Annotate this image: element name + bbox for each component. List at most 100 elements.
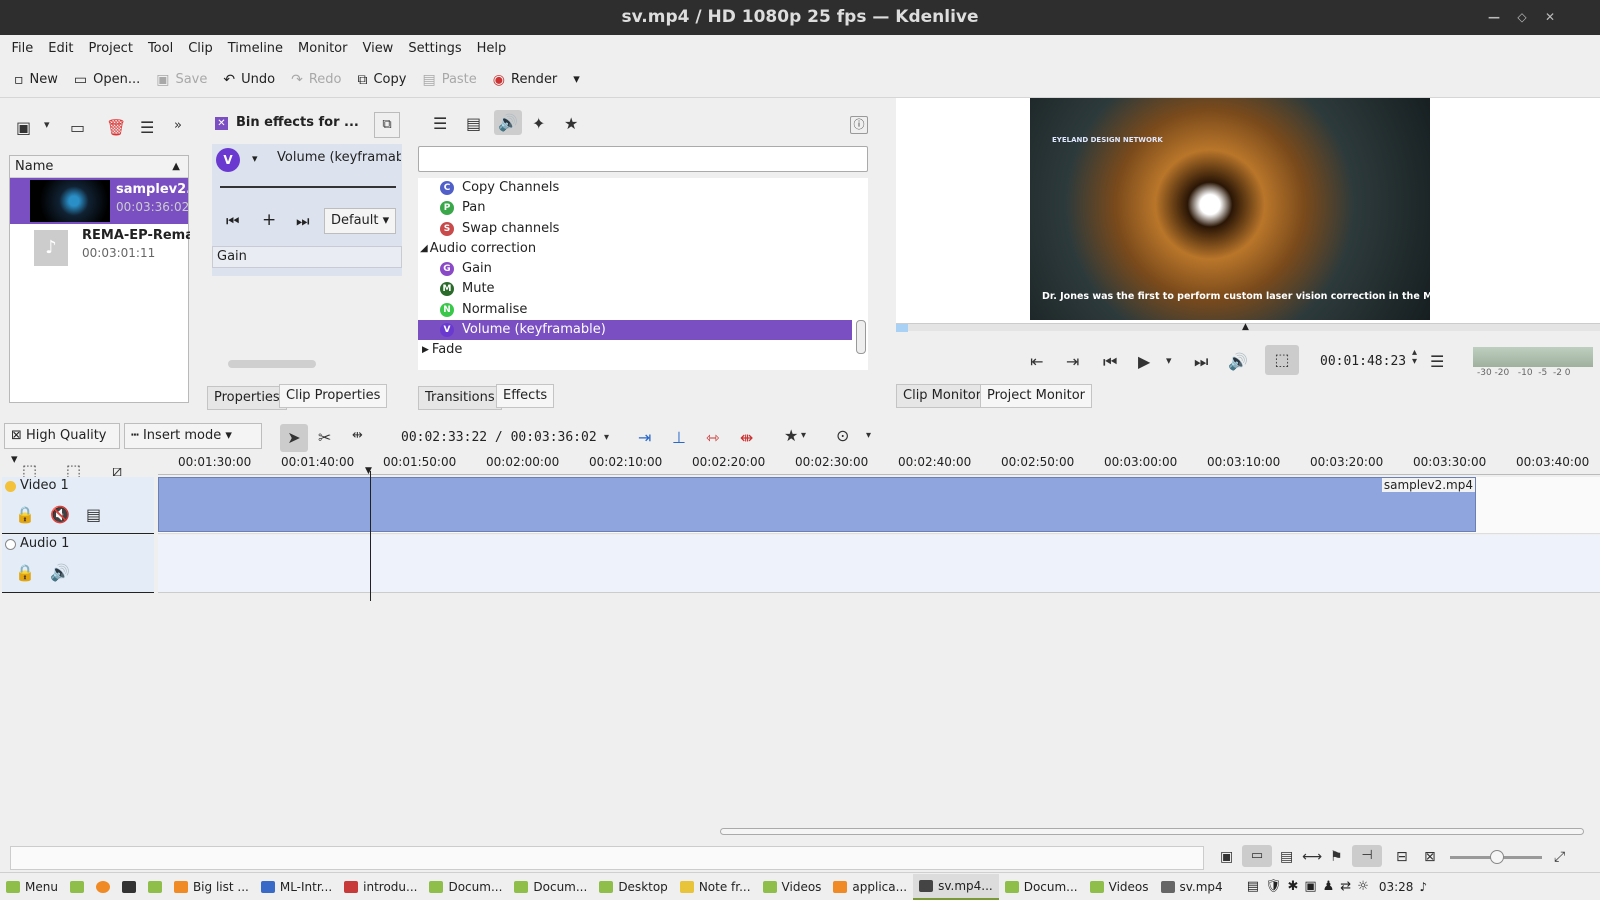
- record-icon[interactable]: ⊙: [836, 426, 849, 445]
- overflow-icon[interactable]: »: [174, 118, 182, 133]
- taskbar-item[interactable]: Videos: [1084, 874, 1155, 900]
- tab-transitions[interactable]: Transitions: [418, 386, 502, 410]
- video-thumbs-icon[interactable]: ▤: [1280, 849, 1293, 865]
- taskbar-item[interactable]: Docum...: [423, 874, 508, 900]
- effect-item-mute[interactable]: M Mute: [440, 279, 495, 299]
- chevron-down-icon[interactable]: ▾: [44, 118, 50, 131]
- bin-clip-video[interactable]: samplev2.mp4 00:03:36:02: [10, 178, 189, 224]
- taskbar-files[interactable]: [142, 874, 168, 900]
- menu-tool[interactable]: Tool: [140, 41, 180, 56]
- menu-clip[interactable]: Clip: [181, 41, 221, 56]
- tab-properties[interactable]: Properties: [207, 386, 287, 410]
- category-fade[interactable]: ▶ Fade: [422, 340, 462, 360]
- razor-tool-icon[interactable]: ✂: [318, 428, 331, 447]
- taskbar-menu-button[interactable]: Menu: [0, 874, 64, 900]
- horizontal-scrollbar[interactable]: [228, 360, 316, 368]
- taskbar-item[interactable]: Videos: [757, 874, 828, 900]
- copy-button[interactable]: ⧉ Copy: [349, 66, 414, 94]
- taskbar-item[interactable]: Big list ...: [168, 874, 255, 900]
- effect-item-gain[interactable]: G Gain: [440, 259, 492, 279]
- effect-item-normalise[interactable]: N Normalise: [440, 300, 527, 320]
- zoom-slider[interactable]: [1450, 850, 1542, 864]
- track-active-icon[interactable]: [5, 539, 16, 550]
- timeline-position[interactable]: 00:02:33:22 / 00:03:36:02: [401, 430, 597, 445]
- timeline-scrollbar[interactable]: [158, 826, 1600, 836]
- timecode-spin-icon[interactable]: ▴ ▾: [1412, 348, 1417, 367]
- monitor-menu-icon[interactable]: ☰: [1430, 352, 1444, 371]
- info-icon[interactable]: ⓘ: [850, 116, 868, 134]
- bin-menu-icon[interactable]: ☰: [140, 118, 154, 137]
- next-keyframe-icon[interactable]: ⏭: [296, 212, 310, 230]
- menu-file[interactable]: File: [4, 41, 41, 56]
- save-button[interactable]: ▣ Save: [148, 66, 215, 94]
- preview-render-icon[interactable]: ▣: [1220, 849, 1233, 865]
- taskbar-terminal[interactable]: [116, 874, 142, 900]
- tab-project-monitor[interactable]: Project Monitor: [980, 384, 1093, 408]
- menu-project[interactable]: Project: [81, 41, 140, 56]
- track-active-icon[interactable]: [5, 481, 16, 492]
- taskbar-item[interactable]: sv.mp4: [1155, 874, 1229, 900]
- new-folder-icon[interactable]: ▭: [70, 118, 85, 137]
- timeline-ruler[interactable]: 00:01:30:00 00:01:40:00 00:01:50:00 00:0…: [158, 455, 1600, 475]
- tab-clip-properties[interactable]: Clip Properties: [279, 384, 388, 408]
- extract-zone-icon[interactable]: ⇿: [706, 428, 719, 447]
- taskbar-item[interactable]: ML-Intr...: [255, 874, 338, 900]
- bin-clip-audio[interactable]: ♪ REMA-EP-Rema-Dumebi 00:03:01:11: [10, 224, 190, 270]
- effect-compare-icon[interactable]: ⧉: [374, 112, 400, 138]
- preset-select[interactable]: Default ▾: [324, 208, 397, 234]
- mute-icon[interactable]: 🔇: [50, 505, 70, 524]
- favorites-icon[interactable]: ★: [564, 114, 578, 133]
- effect-item-swap-channels[interactable]: S Swap channels: [440, 219, 559, 239]
- set-zone-out-icon[interactable]: ⇥: [1066, 352, 1079, 371]
- tab-clip-monitor[interactable]: Clip Monitor: [896, 384, 989, 408]
- minimize-icon[interactable]: —: [1480, 0, 1508, 35]
- music-note-icon[interactable]: ♪: [1419, 880, 1427, 894]
- forward-icon[interactable]: ⏭: [1194, 352, 1208, 372]
- effects-scrollbar[interactable]: [856, 178, 866, 370]
- clock[interactable]: 03:28: [1379, 880, 1414, 894]
- quality-select[interactable]: ⊠ High Quality ▾: [4, 423, 120, 467]
- new-button[interactable]: ▫ New: [6, 66, 66, 94]
- lock-icon[interactable]: 🔒: [15, 563, 35, 582]
- maximize-icon[interactable]: ◇: [1508, 0, 1536, 35]
- effects-search-input[interactable]: [418, 146, 868, 172]
- add-clip-icon[interactable]: ▣: [16, 118, 31, 137]
- spacer-tool-icon[interactable]: ⇹: [352, 428, 363, 443]
- menu-help[interactable]: Help: [469, 41, 514, 56]
- paste-button[interactable]: ▤ Paste: [414, 66, 484, 94]
- undo-button[interactable]: ↶ Undo: [215, 66, 283, 94]
- favorite-effects-icon[interactable]: ★: [784, 426, 798, 445]
- taskbar-item[interactable]: Desktop: [593, 874, 674, 900]
- taskbar-item-kdenlive[interactable]: sv.mp4...: [913, 873, 999, 900]
- insert-clip-icon[interactable]: ⇥: [638, 428, 651, 447]
- video-effects-icon[interactable]: ▤: [466, 114, 481, 133]
- taskbar-item[interactable]: introdu...: [338, 874, 423, 900]
- volume-icon[interactable]: 🔊: [1228, 352, 1248, 371]
- snap-icon[interactable]: ⊣: [1352, 845, 1382, 867]
- menu-view[interactable]: View: [355, 41, 401, 56]
- taskbar-item[interactable]: Note fr...: [674, 874, 757, 900]
- tray-icons[interactable]: ▤🛡✱▣♟⇄☼: [1247, 879, 1375, 894]
- taskbar-item[interactable]: Docum...: [999, 874, 1084, 900]
- monitor-timecode[interactable]: 00:01:48:23: [1320, 354, 1406, 369]
- safe-zone-icon[interactable]: ⬚: [1265, 345, 1299, 375]
- track-header-audio[interactable]: Audio 1 🔒 🔊: [2, 535, 154, 593]
- render-button[interactable]: ◉ Render: [485, 66, 566, 94]
- set-zone-in-icon[interactable]: ⇤: [1030, 352, 1043, 371]
- menu-edit[interactable]: Edit: [41, 41, 81, 56]
- audio-track-lane[interactable]: [158, 535, 1600, 593]
- markers-icon[interactable]: ⚑: [1330, 849, 1343, 865]
- open-button[interactable]: ▭ Open...: [66, 66, 148, 94]
- redo-button[interactable]: ↷ Redo: [283, 66, 349, 94]
- rewind-icon[interactable]: ⏮: [1103, 352, 1117, 372]
- chevron-down-icon[interactable]: ▾: [604, 432, 609, 443]
- selection-tool-icon[interactable]: ➤: [280, 424, 308, 452]
- hide-video-icon[interactable]: ▤: [86, 505, 101, 524]
- menu-monitor[interactable]: Monitor: [291, 41, 355, 56]
- effect-item-volume-keyframable[interactable]: V Volume (keyframable): [418, 320, 852, 340]
- gain-param[interactable]: Gain: [212, 246, 402, 268]
- effect-collapse-icon[interactable]: ▾: [252, 152, 258, 165]
- lock-icon[interactable]: 🔒: [15, 505, 35, 524]
- taskbar-show-desktop[interactable]: [64, 874, 90, 900]
- delete-icon[interactable]: 🗑: [106, 118, 126, 137]
